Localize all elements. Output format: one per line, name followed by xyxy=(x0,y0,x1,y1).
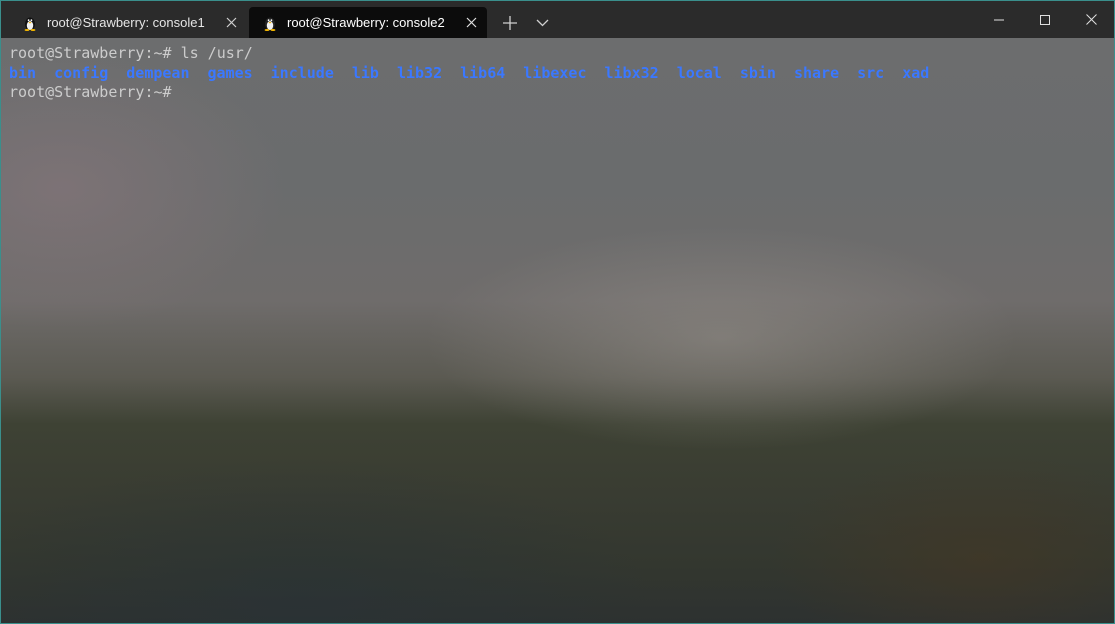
dir-entry: share xyxy=(793,63,840,82)
new-tab-button[interactable] xyxy=(493,7,527,38)
command-text: ls /usr/ xyxy=(180,44,253,62)
dir-entry: lib32 xyxy=(396,63,443,82)
terminal-output[interactable]: root@Strawberry:~# ls /usr/ bin config d… xyxy=(1,38,1114,623)
dir-entry: src xyxy=(857,63,885,82)
window-close-icon xyxy=(1085,14,1097,25)
dir-entry: libexec xyxy=(523,63,587,82)
title-bar: root@Strawberry: console1 root@Strawberr… xyxy=(1,1,1114,38)
dir-entry: games xyxy=(207,63,253,82)
maximize-button[interactable] xyxy=(1022,1,1068,38)
maximize-icon xyxy=(1040,14,1050,25)
chevron-down-icon xyxy=(536,19,548,26)
tab-label: root@Strawberry: console2 xyxy=(287,15,445,30)
dir-entry: config xyxy=(54,63,109,82)
close-icon[interactable] xyxy=(223,15,239,31)
tab-console1[interactable]: root@Strawberry: console1 xyxy=(9,7,247,38)
window-close-button[interactable] xyxy=(1068,1,1114,38)
tux-penguin-icon xyxy=(264,17,276,31)
dir-entry: xad xyxy=(902,63,930,82)
shell-prompt: root@Strawberry:~# xyxy=(9,83,172,101)
dir-entry: dempean xyxy=(126,63,190,82)
minimize-icon xyxy=(994,19,1004,20)
tab-label: root@Strawberry: console1 xyxy=(47,15,205,30)
dir-entry: include xyxy=(270,63,334,82)
plus-icon xyxy=(503,15,517,30)
dir-entry: local xyxy=(676,63,722,82)
prompt-line: root@Strawberry:~# xyxy=(9,83,1106,103)
shell-prompt: root@Strawberry:~# xyxy=(9,44,172,62)
dir-entry: bin xyxy=(9,63,37,82)
cursor xyxy=(172,83,181,100)
command-line: root@Strawberry:~# ls /usr/ xyxy=(9,44,1106,64)
dir-entry: lib xyxy=(351,63,379,82)
tab-dropdown-button[interactable] xyxy=(527,7,557,38)
tab-console2[interactable]: root@Strawberry: console2 xyxy=(249,7,487,38)
tux-penguin-icon xyxy=(24,17,36,31)
close-icon[interactable] xyxy=(463,15,479,31)
dir-entry: lib64 xyxy=(460,63,506,82)
dir-entry: sbin xyxy=(739,63,776,82)
minimize-button[interactable] xyxy=(976,1,1022,38)
dir-entry: libx32 xyxy=(604,63,659,82)
terminal-window: root@Strawberry: console1 root@Strawberr… xyxy=(0,0,1115,624)
directory-listing: bin config dempean games include lib lib… xyxy=(9,64,1106,84)
